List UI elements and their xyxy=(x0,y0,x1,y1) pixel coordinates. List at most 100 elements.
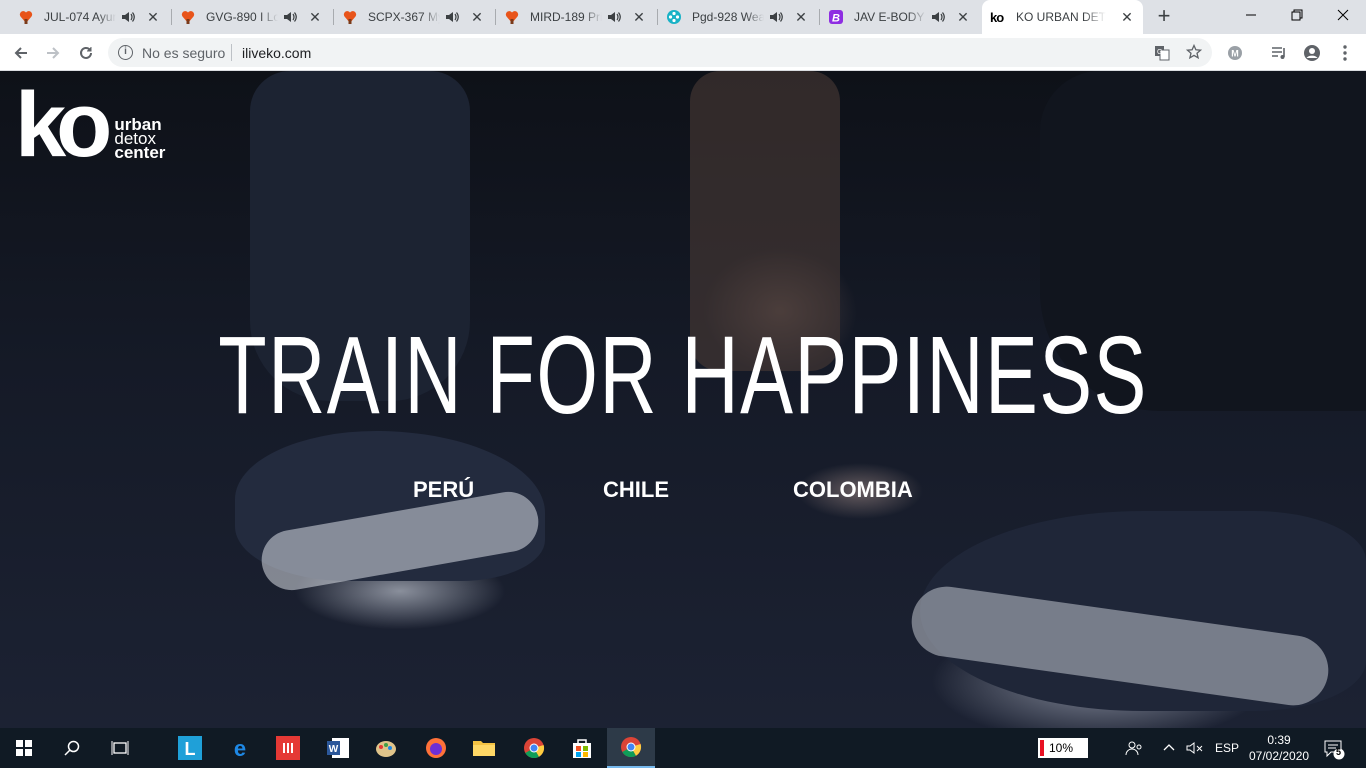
browser-tab-active[interactable]: ko KO URBAN DETOX ✕ xyxy=(982,0,1143,34)
close-tab-icon[interactable]: ✕ xyxy=(145,9,161,25)
svg-text:M: M xyxy=(1231,49,1239,59)
battery-indicator[interactable]: 10% xyxy=(1038,738,1088,758)
back-button[interactable] xyxy=(7,39,35,67)
ko-icon: ko xyxy=(990,9,1006,25)
arrow-left-icon xyxy=(14,47,27,59)
country-link-peru[interactable]: PERÚ xyxy=(413,477,474,503)
svg-text:L: L xyxy=(185,739,196,759)
folder-icon xyxy=(473,741,495,756)
close-tab-icon[interactable]: ✕ xyxy=(631,9,647,25)
speaker-icon[interactable] xyxy=(769,9,783,25)
minimize-button[interactable] xyxy=(1228,0,1274,30)
close-tab-icon[interactable]: ✕ xyxy=(1119,9,1135,25)
site-logo[interactable]: ko urban detox center xyxy=(15,79,166,171)
edge-icon: e xyxy=(234,736,246,760)
restore-button[interactable] xyxy=(1274,0,1320,30)
b-icon: B xyxy=(828,9,844,25)
browser-tab[interactable]: JUL-074 Ayumi ✕ xyxy=(10,0,170,34)
taskbar-app-chrome[interactable] xyxy=(510,728,558,768)
security-label[interactable]: No es seguro xyxy=(142,45,225,61)
taskbar-app-l[interactable]: L xyxy=(166,728,214,768)
speaker-icon[interactable] xyxy=(607,9,621,25)
browser-tab[interactable]: Pgd-928 Wear ✕ xyxy=(658,0,818,34)
hero-video-background: ko urban detox center TRAIN FOR HAPPINES… xyxy=(0,71,1366,728)
notification-icon[interactable]: 5 xyxy=(1323,738,1345,763)
svg-text:B: B xyxy=(832,13,840,25)
logo-text: urban detox center xyxy=(114,115,166,162)
close-tab-icon[interactable]: ✕ xyxy=(469,9,485,25)
country-link-chile[interactable]: CHILE xyxy=(603,477,669,503)
extension-icon[interactable]: M xyxy=(1226,44,1244,62)
media-controls-icon[interactable] xyxy=(1270,44,1288,62)
task-view-icon xyxy=(111,741,129,755)
search-icon xyxy=(64,740,80,756)
svg-text:e: e xyxy=(234,736,246,760)
film-reel-icon xyxy=(666,9,682,25)
l-app-icon: L xyxy=(178,736,202,760)
language-indicator[interactable]: ESP xyxy=(1215,741,1239,755)
speaker-icon[interactable] xyxy=(931,9,945,25)
url-text[interactable]: iliveko.com xyxy=(242,45,311,61)
clock-time: 0:39 xyxy=(1267,733,1291,747)
close-tab-icon[interactable]: ✕ xyxy=(793,9,809,25)
taskbar-app-paint[interactable] xyxy=(362,728,410,768)
volume-muted-icon[interactable] xyxy=(1186,739,1204,760)
taskbar-app-chrome-active[interactable] xyxy=(607,728,655,768)
heart-icon xyxy=(180,9,196,25)
chevron-up-icon[interactable] xyxy=(1162,740,1176,757)
battery-level xyxy=(1040,740,1044,756)
task-view-button[interactable] xyxy=(96,728,144,768)
browser-tab[interactable]: B JAV E-BODY E ✕ xyxy=(820,0,980,34)
arrow-right-icon xyxy=(47,47,60,59)
star-icon[interactable] xyxy=(1186,44,1202,60)
paint-icon xyxy=(376,741,396,757)
taskbar-app-edge[interactable]: e xyxy=(216,728,264,768)
svg-text:ko: ko xyxy=(990,10,1004,25)
people-icon[interactable] xyxy=(1125,739,1143,760)
taskbar-app-store[interactable] xyxy=(558,728,606,768)
chrome-icon xyxy=(621,737,642,758)
translate-icon[interactable]: G xyxy=(1154,45,1170,61)
minimize-icon xyxy=(1246,14,1256,16)
speaker-icon[interactable] xyxy=(121,9,135,25)
new-tab-button[interactable]: + xyxy=(1153,5,1175,28)
browser-tab[interactable]: GVG-890 I Love ✕ xyxy=(172,0,332,34)
clock[interactable]: 0:39 07/02/2020 xyxy=(1249,732,1309,764)
restore-icon xyxy=(1291,9,1303,21)
close-icon xyxy=(1337,9,1349,21)
browser-tab[interactable]: MIRD-189 Priv ✕ xyxy=(496,0,656,34)
info-icon[interactable]: i xyxy=(118,45,133,60)
account-icon[interactable] xyxy=(1302,43,1322,63)
reload-icon xyxy=(80,46,92,59)
taskbar-app-explorer[interactable] xyxy=(460,728,508,768)
browser-toolbar: i No es seguro iliveko.com G M xyxy=(0,34,1366,71)
forward-button[interactable] xyxy=(39,39,67,67)
heart-icon xyxy=(342,9,358,25)
address-bar[interactable]: i No es seguro iliveko.com G xyxy=(108,38,1212,67)
speaker-icon[interactable] xyxy=(283,9,297,25)
reload-button[interactable] xyxy=(72,39,100,67)
taskbar-app-firefox[interactable] xyxy=(412,728,460,768)
notification-count: 5 xyxy=(1336,747,1342,757)
close-window-button[interactable] xyxy=(1320,0,1366,30)
browser-tab[interactable]: SCPX-367 My ✕ xyxy=(334,0,494,34)
chrome-icon xyxy=(524,738,545,759)
store-icon xyxy=(573,739,591,758)
close-tab-icon[interactable]: ✕ xyxy=(307,9,323,25)
search-button[interactable] xyxy=(48,728,96,768)
menu-icon[interactable] xyxy=(1336,44,1354,62)
windows-taskbar: L e W 10% ESP 0:39 07/02/2020 5 xyxy=(0,728,1366,768)
browser-tab-strip: JUL-074 Ayumi ✕ GVG-890 I Love ✕ SCPX-36… xyxy=(0,0,1366,34)
heart-icon xyxy=(504,9,520,25)
start-button[interactable] xyxy=(0,728,48,768)
svg-text:W: W xyxy=(329,744,339,755)
svg-text:G: G xyxy=(1157,49,1162,56)
taskbar-app-red[interactable] xyxy=(264,728,312,768)
hero-title: TRAIN FOR HAPPINESS xyxy=(218,314,1148,437)
heart-icon xyxy=(18,9,34,25)
taskbar-app-word[interactable]: W xyxy=(314,728,362,768)
word-icon: W xyxy=(327,738,349,758)
speaker-icon[interactable] xyxy=(445,9,459,25)
country-link-colombia[interactable]: COLOMBIA xyxy=(793,477,913,503)
close-tab-icon[interactable]: ✕ xyxy=(955,9,971,25)
